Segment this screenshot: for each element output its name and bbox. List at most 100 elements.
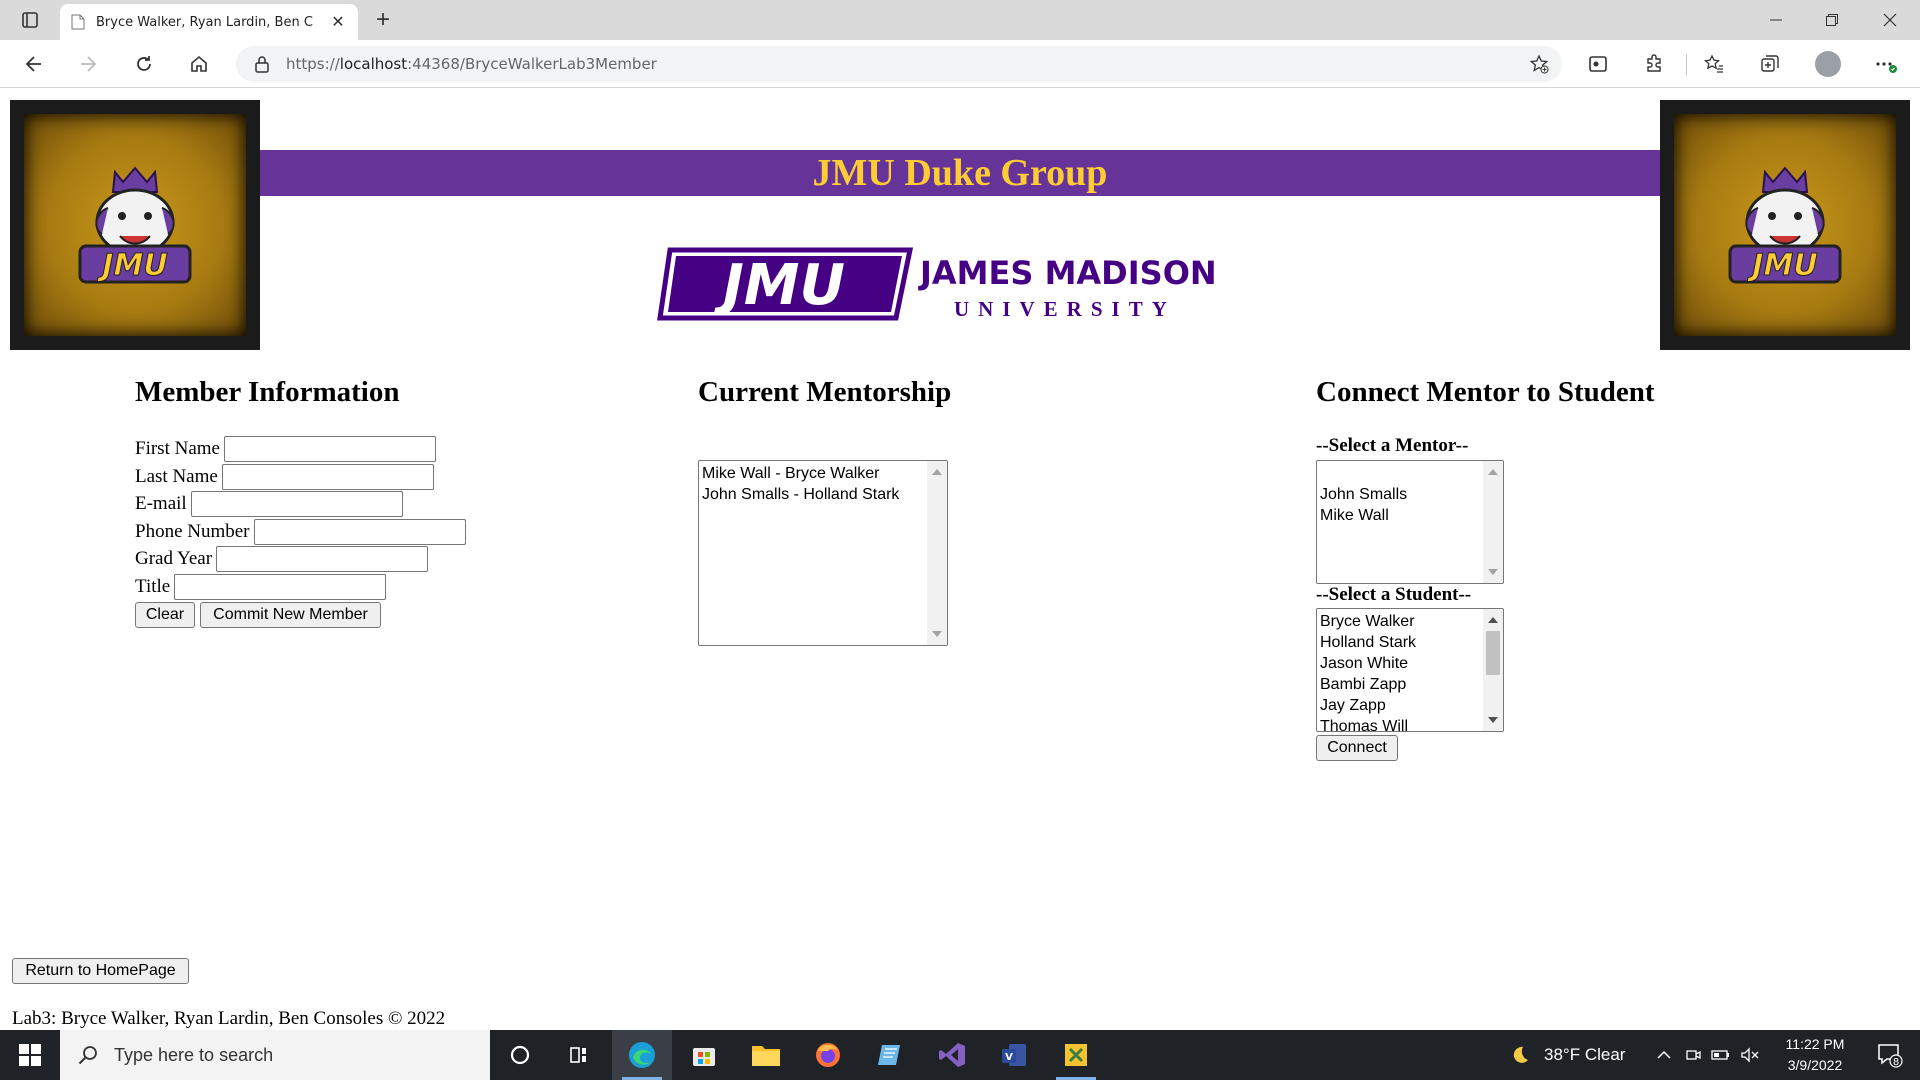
- mentor-option[interactable]: Mike Wall: [1320, 505, 1481, 526]
- first-name-input[interactable]: [223, 436, 436, 462]
- phone-row: Phone Number: [135, 519, 466, 545]
- duke-dog-logo-right: JMU: [1660, 100, 1910, 350]
- mentorship-scrollbar[interactable]: [927, 461, 947, 645]
- task-view-icon[interactable]: [550, 1030, 610, 1080]
- notification-count: 8: [1893, 1057, 1899, 1068]
- student-listbox[interactable]: Bryce Walker Holland Stark Jason White B…: [1316, 608, 1504, 732]
- close-window-icon[interactable]: [1862, 0, 1918, 40]
- address-bar[interactable]: https://localhost:44368/BryceWalkerLab3M…: [236, 46, 1562, 82]
- mentor-scrollbar[interactable]: [1483, 461, 1503, 583]
- store-icon[interactable]: [674, 1030, 734, 1080]
- browser-toolbar: https://localhost:44368/BryceWalkerLab3M…: [0, 40, 1920, 88]
- notepad-icon[interactable]: [860, 1030, 920, 1080]
- collections-icon[interactable]: [1752, 48, 1788, 80]
- page-footer: Lab3: Bryce Walker, Ryan Lardin, Ben Con…: [12, 1008, 446, 1029]
- file-explorer-icon[interactable]: [736, 1030, 796, 1080]
- mentor-listbox[interactable]: John Smalls Mike Wall: [1316, 460, 1504, 584]
- cortana-icon[interactable]: [490, 1030, 550, 1080]
- visual-studio-icon[interactable]: [922, 1030, 982, 1080]
- forward-icon[interactable]: [70, 48, 106, 80]
- home-icon[interactable]: [181, 48, 217, 80]
- email-label: E-mail: [135, 493, 187, 514]
- connect-button[interactable]: Connect: [1316, 735, 1398, 761]
- svg-text:V: V: [1005, 1052, 1013, 1063]
- mentor-option[interactable]: John Smalls: [1320, 484, 1481, 505]
- extensions-icon[interactable]: [1636, 48, 1672, 80]
- refresh-icon[interactable]: [126, 48, 162, 80]
- connect-mentor-title: Connect Mentor to Student: [1316, 376, 1655, 408]
- weather-text: 38°F Clear: [1544, 1045, 1626, 1064]
- mentorship-item[interactable]: Mike Wall - Bryce Walker: [702, 463, 925, 484]
- last-name-row: Last Name: [135, 464, 434, 490]
- email-input[interactable]: [190, 491, 403, 517]
- minimize-icon[interactable]: [1748, 0, 1804, 40]
- current-mentorship-title: Current Mentorship: [698, 376, 952, 408]
- windows-taskbar: Type here to search V 38°F Clear 11:22 P…: [0, 1030, 1920, 1080]
- title-label: Title: [135, 576, 171, 597]
- logo-text-left: JMU: [97, 248, 167, 283]
- first-name-row: First Name: [135, 436, 436, 462]
- lock-icon[interactable]: [252, 54, 272, 74]
- restore-icon[interactable]: [1804, 0, 1860, 40]
- add-favorite-icon[interactable]: [1528, 53, 1550, 75]
- tab-actions-icon[interactable]: [14, 8, 46, 32]
- student-option[interactable]: Jason White: [1320, 653, 1481, 674]
- mentor-option[interactable]: [1320, 463, 1481, 484]
- browser-tab[interactable]: Bryce Walker, Ryan Lardin, Ben C ✕: [60, 4, 358, 40]
- select-mentor-label: --Select a Mentor--: [1316, 435, 1469, 456]
- new-tab-button[interactable]: +: [368, 6, 398, 34]
- wordmark-line2: UNIVERSITY: [954, 297, 1176, 321]
- firefox-icon[interactable]: [798, 1030, 858, 1080]
- phone-label: Phone Number: [135, 521, 250, 542]
- battery-icon[interactable]: [1708, 1030, 1734, 1080]
- clear-button[interactable]: Clear: [135, 602, 195, 628]
- notification-center-icon[interactable]: 8: [1860, 1030, 1920, 1080]
- windows-start-icon[interactable]: [0, 1030, 60, 1080]
- duke-dog-icon: JMU: [1728, 166, 1842, 284]
- logo-text-right: JMU: [1747, 248, 1817, 283]
- student-scrollbar[interactable]: [1483, 609, 1503, 731]
- visual-studio-installer-icon[interactable]: [1046, 1030, 1106, 1080]
- meet-now-icon[interactable]: [1680, 1030, 1706, 1080]
- member-info-title: Member Information: [135, 376, 400, 408]
- grad-year-input[interactable]: [216, 546, 429, 572]
- toolbar-divider: [1686, 54, 1687, 76]
- title-row: Title: [135, 574, 387, 600]
- settings-menu-icon[interactable]: [1868, 48, 1904, 80]
- visio-icon[interactable]: V: [984, 1030, 1044, 1080]
- weather-widget[interactable]: 38°F Clear: [1508, 1030, 1625, 1080]
- url-text: https://localhost:44368/BryceWalkerLab3M…: [286, 55, 657, 73]
- jmu-wordmark-logo: JMU JAMES MADISON UNIVERSITY: [657, 247, 1217, 321]
- taskbar-search-placeholder: Type here to search: [114, 1044, 274, 1065]
- profile-avatar[interactable]: [1810, 48, 1846, 80]
- back-icon[interactable]: [16, 48, 52, 80]
- edge-taskbar-icon[interactable]: [612, 1030, 672, 1080]
- duke-dog-logo-left: JMU: [10, 100, 260, 350]
- student-scroll-thumb[interactable]: [1486, 631, 1500, 675]
- close-tab-icon[interactable]: ✕: [328, 12, 348, 32]
- student-option[interactable]: Bambi Zapp: [1320, 674, 1481, 695]
- reading-view-icon[interactable]: [1580, 48, 1616, 80]
- show-hidden-icons-icon[interactable]: [1652, 1030, 1676, 1080]
- page-content: JMU JMU Duke Group JMU JMU JAMES MADISON…: [0, 88, 1920, 1030]
- last-name-input[interactable]: [221, 464, 434, 490]
- student-option[interactable]: Thomas Will: [1320, 716, 1481, 731]
- page-favicon-icon: [70, 14, 86, 30]
- title-input[interactable]: [174, 574, 387, 600]
- duke-dog-icon: JMU: [78, 166, 192, 284]
- mentorship-listbox[interactable]: Mike Wall - Bryce Walker John Smalls - H…: [698, 460, 948, 646]
- volume-muted-icon[interactable]: [1736, 1030, 1764, 1080]
- commit-new-member-button[interactable]: Commit New Member: [200, 602, 381, 628]
- student-option[interactable]: Bryce Walker: [1320, 611, 1481, 632]
- return-homepage-button[interactable]: Return to HomePage: [12, 958, 189, 984]
- grad-year-row: Grad Year: [135, 546, 429, 572]
- taskbar-clock[interactable]: 11:22 PM 3/9/2022: [1770, 1034, 1860, 1076]
- favorites-icon[interactable]: [1696, 48, 1732, 80]
- mentorship-item[interactable]: John Smalls - Holland Stark: [702, 484, 925, 505]
- student-option[interactable]: Holland Stark: [1320, 632, 1481, 653]
- taskbar-search-box[interactable]: Type here to search: [60, 1030, 490, 1080]
- student-option[interactable]: Jay Zapp: [1320, 695, 1481, 716]
- browser-tab-bar: Bryce Walker, Ryan Lardin, Ben C ✕ +: [0, 0, 1920, 40]
- phone-input[interactable]: [253, 519, 466, 545]
- first-name-label: First Name: [135, 438, 220, 459]
